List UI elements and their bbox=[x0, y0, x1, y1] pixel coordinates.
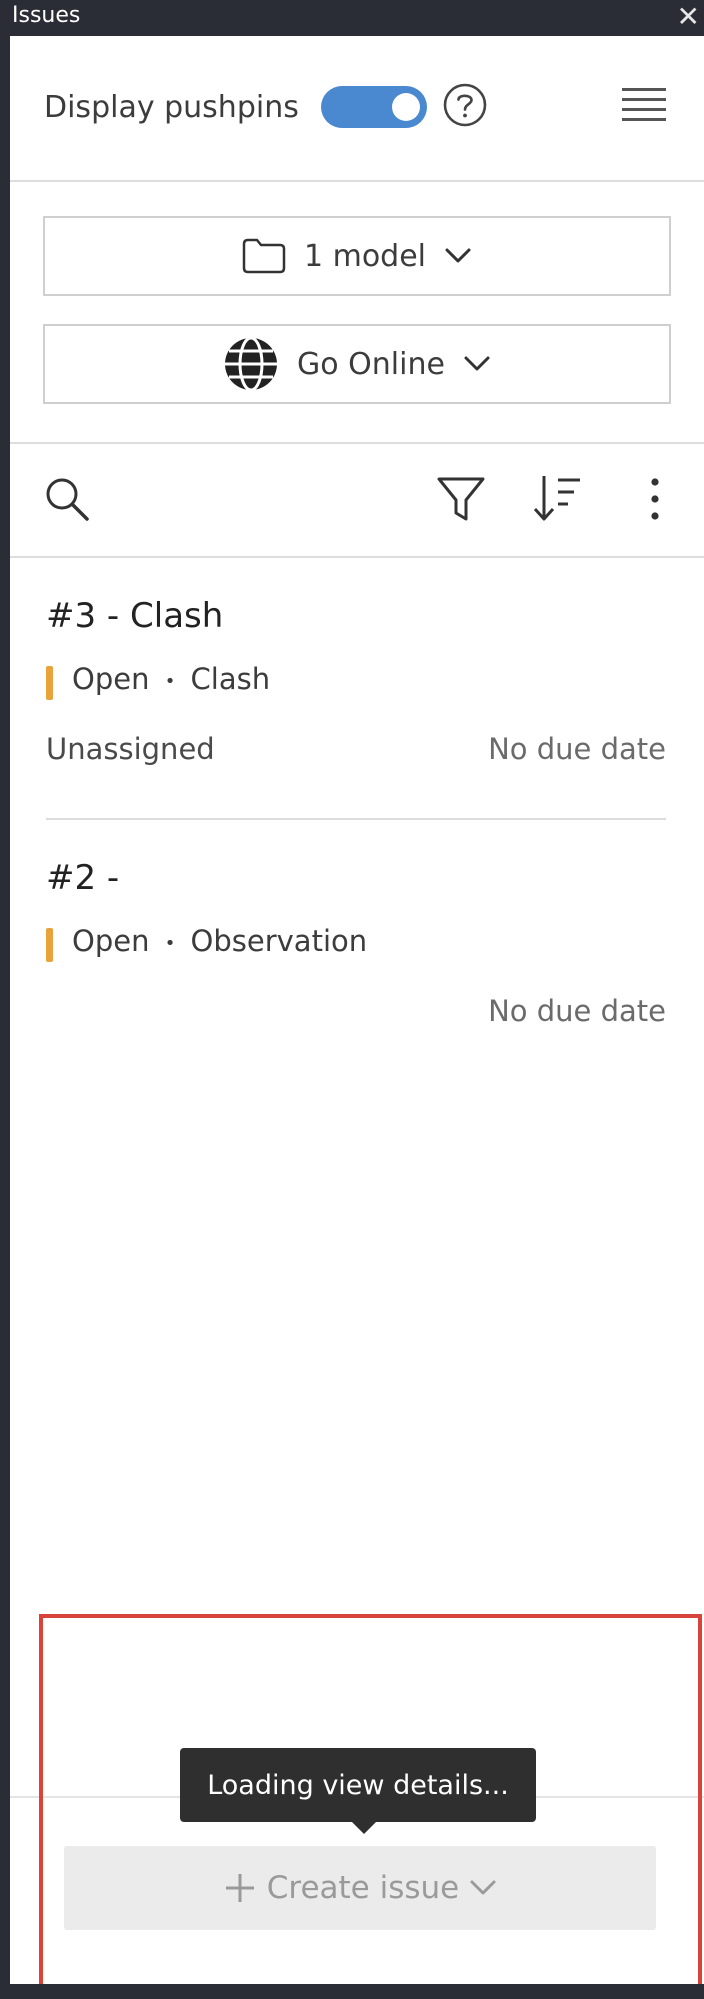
taskbar-strip bbox=[0, 1984, 704, 1999]
go-online-content: Go Online bbox=[45, 326, 669, 402]
display-pushpins-toggle[interactable] bbox=[321, 86, 427, 128]
model-selector[interactable]: 1 model bbox=[43, 216, 671, 296]
issue-due-date: No due date bbox=[488, 994, 666, 1028]
divider bbox=[10, 556, 704, 558]
issue-assignee: Unassigned bbox=[46, 732, 215, 766]
status-label: Open bbox=[72, 924, 150, 958]
list-menu-icon[interactable] bbox=[622, 86, 666, 126]
plus-icon bbox=[225, 1874, 254, 1902]
issue-status: Open • Clash bbox=[72, 662, 270, 696]
issue-item[interactable]: #3 - Clash Open • Clash Unassigned No du… bbox=[46, 596, 666, 816]
close-icon[interactable]: ✕ bbox=[677, 2, 700, 32]
tooltip-arrow bbox=[352, 1822, 376, 1834]
separator-dot: • bbox=[164, 670, 176, 692]
chevron-down-icon bbox=[470, 1880, 496, 1895]
separator-dot: • bbox=[164, 932, 176, 954]
model-selector-label: 1 model bbox=[303, 238, 427, 274]
help-circle-icon[interactable] bbox=[442, 82, 488, 128]
loading-tooltip: Loading view details... bbox=[180, 1748, 536, 1822]
sort-icon[interactable] bbox=[532, 472, 584, 524]
status-label: Open bbox=[72, 662, 150, 696]
tooltip-text: Loading view details... bbox=[207, 1769, 509, 1801]
divider bbox=[10, 442, 704, 444]
issue-title: #2 - bbox=[46, 858, 120, 898]
model-selector-content: 1 model bbox=[45, 218, 669, 294]
issue-title: #3 - Clash bbox=[46, 596, 224, 636]
issue-type: Observation bbox=[190, 924, 368, 958]
create-issue-label: Create issue bbox=[266, 1870, 460, 1906]
status-indicator bbox=[46, 666, 53, 700]
window-titlebar: Issues ✕ bbox=[0, 0, 704, 36]
issues-panel: Display pushpins 1 model Go Online #3 - … bbox=[10, 36, 704, 1984]
filter-icon[interactable] bbox=[436, 474, 486, 524]
globe-icon bbox=[225, 336, 278, 392]
pushpins-row: Display pushpins bbox=[10, 36, 704, 180]
search-icon[interactable] bbox=[44, 476, 92, 524]
chevron-down-icon bbox=[445, 248, 471, 263]
issue-status: Open • Observation bbox=[72, 924, 367, 958]
divider bbox=[10, 180, 704, 182]
go-online-label: Go Online bbox=[297, 346, 445, 382]
chevron-down-icon bbox=[464, 356, 490, 371]
go-online-selector[interactable]: Go Online bbox=[43, 324, 671, 404]
more-vertical-icon[interactable] bbox=[648, 474, 662, 524]
issue-item[interactable]: #2 - Open • Observation No due date bbox=[46, 858, 666, 1078]
window-title: Issues bbox=[12, 3, 81, 28]
issue-divider bbox=[46, 818, 666, 820]
issue-due-date: No due date bbox=[488, 732, 666, 766]
status-indicator bbox=[46, 928, 53, 962]
issue-type: Clash bbox=[190, 662, 271, 696]
create-issue-button[interactable]: Create issue bbox=[64, 1846, 656, 1930]
display-pushpins-label: Display pushpins bbox=[44, 90, 299, 125]
folder-icon bbox=[242, 238, 286, 274]
toggle-knob bbox=[392, 93, 420, 121]
